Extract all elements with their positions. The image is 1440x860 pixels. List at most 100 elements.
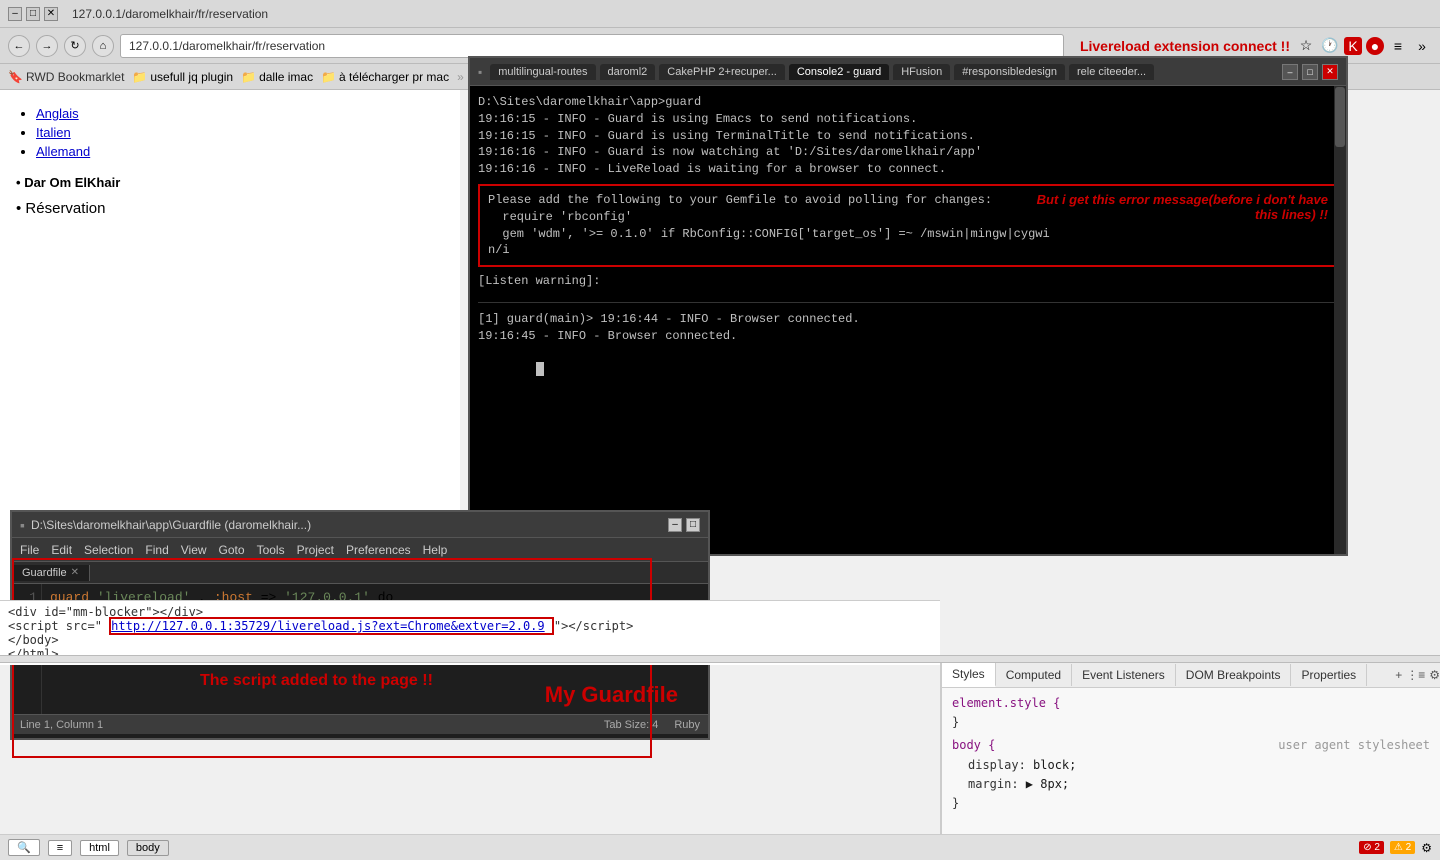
sidebar-nav: Anglais Italien Allemand <box>16 106 444 159</box>
html-script-line: <script src=" http://127.0.0.1:35729/liv… <box>8 619 932 633</box>
menu-project[interactable]: Project <box>297 543 334 557</box>
record-icon[interactable]: ● <box>1366 37 1384 55</box>
nav-item-italien[interactable]: Italien <box>36 125 444 140</box>
terminal-controls[interactable]: – □ ✕ <box>1282 64 1338 80</box>
minimize-btn[interactable]: – <box>8 7 22 21</box>
bookmark-dalle-label: dalle imac <box>259 70 313 84</box>
sublime-controls[interactable]: – □ <box>668 518 700 532</box>
address-bar[interactable]: 127.0.0.1/daromelkhair/fr/reservation <box>120 34 1064 58</box>
devtools-tab-dom-breakpoints[interactable]: DOM Breakpoints <box>1176 664 1292 686</box>
devtools-comment-user-agent: user agent stylesheet <box>1278 736 1430 755</box>
nav-item-allemand[interactable]: Allemand <box>36 144 444 159</box>
menu-find[interactable]: Find <box>145 543 168 557</box>
bookmark-jq[interactable]: 📁 usefull jq plugin <box>132 70 233 84</box>
sublime-menubar: File Edit Selection Find View Goto Tools… <box>12 538 708 562</box>
url-text: 127.0.0.1/daromelkhair/fr/reservation <box>129 39 325 53</box>
html-script-close: "></script> <box>554 619 633 633</box>
bookmark-telecharger[interactable]: 📁 à télécharger pr mac <box>321 70 449 84</box>
terminal-warning-line-3: n/i <box>488 242 1328 259</box>
statusbar-zoom-btn[interactable]: 🔍 <box>8 839 40 856</box>
home-button[interactable]: ⌂ <box>92 35 114 57</box>
extension-icon[interactable]: K <box>1344 37 1362 55</box>
terminal-close-btn[interactable]: ✕ <box>1322 64 1338 80</box>
window-controls[interactable]: – □ ✕ <box>8 7 58 21</box>
browser-title: 127.0.0.1/daromelkhair/fr/reservation <box>72 7 268 21</box>
terminal-window: ▪ multilingual-routes daroml2 CakePHP 2+… <box>468 56 1348 556</box>
devtools-gear-icon[interactable]: ⚙ <box>1429 668 1440 682</box>
menu-edit[interactable]: Edit <box>51 543 72 557</box>
clock-icon[interactable]: 🕐 <box>1320 36 1340 56</box>
terminal-tab-responsive[interactable]: #responsibledesign <box>954 64 1065 80</box>
menu-selection[interactable]: Selection <box>84 543 133 557</box>
statusbar-gear-icon[interactable]: ⚙ <box>1421 841 1432 855</box>
sublime-tab-guardfile-label: Guardfile <box>22 567 67 579</box>
terminal-scrollthumb[interactable] <box>1335 87 1345 147</box>
statusbar-body-btn[interactable]: body <box>127 840 169 856</box>
menu-file[interactable]: File <box>20 543 39 557</box>
statusbar-html-btn[interactable]: html <box>80 840 119 856</box>
bookmark-rwd[interactable]: 🔖 RWD Bookmarklet <box>8 70 124 84</box>
terminal-minimize-btn[interactable]: – <box>1282 64 1298 80</box>
devtools-prop-display-val: block; <box>1033 758 1076 772</box>
restore-btn[interactable]: □ <box>26 7 40 21</box>
devtools-tab-event-listeners[interactable]: Event Listeners <box>1072 664 1176 686</box>
nav-link-allemand[interactable]: Allemand <box>36 144 90 159</box>
devtools-panel: Styles Computed Event Listeners DOM Brea… <box>940 660 1440 860</box>
toolbar-icons: ☆ 🕐 K ● ≡ » <box>1296 36 1432 56</box>
nav-item-anglais[interactable]: Anglais <box>36 106 444 121</box>
section-title-text: Dar Om ElKhair <box>24 175 120 190</box>
nav-link-italien[interactable]: Italien <box>36 125 71 140</box>
statusbar-error-badge: ⊘ 2 <box>1359 841 1384 854</box>
terminal-tab-multilingual[interactable]: multilingual-routes <box>490 64 595 80</box>
sublime-tab-close[interactable]: ✕ <box>71 567 79 578</box>
terminal-listen-warning: [Listen warning]: <box>478 273 1338 290</box>
devtools-rule-body-close: } <box>952 794 1430 813</box>
devtools-tab-properties[interactable]: Properties <box>1291 664 1367 686</box>
menu-goto[interactable]: Goto <box>219 543 245 557</box>
reservation-label: Réservation <box>25 200 105 217</box>
terminal-tab-hfusion[interactable]: HFusion <box>893 64 950 80</box>
terminal-tab-daroml[interactable]: daroml2 <box>600 64 656 80</box>
sublime-maximize[interactable]: □ <box>686 518 700 532</box>
statusbar-toggle-btn[interactable]: ≡ <box>48 840 72 856</box>
terminal-scrollbar[interactable] <box>1334 86 1346 554</box>
bookmark-icon[interactable]: ☆ <box>1296 36 1316 56</box>
menu-view[interactable]: View <box>181 543 207 557</box>
close-btn[interactable]: ✕ <box>44 7 58 21</box>
devtools-tab-computed[interactable]: Computed <box>996 664 1072 686</box>
terminal-tab-cakephp[interactable]: CakePHP 2+recuper... <box>659 64 785 80</box>
folder-jq-icon: 📁 <box>132 70 147 84</box>
terminal-tab-rele[interactable]: rele citeeder... <box>1069 64 1154 80</box>
devtools-prop-margin-val: ▶ 8px; <box>1026 777 1069 791</box>
bookmarks-more[interactable]: » <box>457 70 464 84</box>
bookmark-rwd-label: RWD Bookmarklet <box>26 70 124 84</box>
devtools-tab-styles[interactable]: Styles <box>942 663 996 687</box>
forward-button[interactable]: → <box>36 35 58 57</box>
browser-titlebar: – □ ✕ 127.0.0.1/daromelkhair/fr/reservat… <box>0 0 1440 28</box>
menu-preferences[interactable]: Preferences <box>346 543 411 557</box>
reservation-bullet: • <box>16 200 25 217</box>
sublime-statusbar-right: Tab Size: 4 Ruby <box>604 719 700 731</box>
devtools-brace-close-2: } <box>952 796 959 810</box>
terminal-tab-console2[interactable]: Console2 - guard <box>789 64 889 80</box>
sublime-statusbar: Line 1, Column 1 Tab Size: 4 Ruby <box>12 714 708 734</box>
bookmark-dalle[interactable]: 📁 dalle imac <box>241 70 313 84</box>
sidebar-reservation[interactable]: • Réservation <box>16 200 444 217</box>
sublime-tab-guardfile[interactable]: Guardfile ✕ <box>12 565 90 581</box>
sublime-minimize[interactable]: – <box>668 518 682 532</box>
html-script-url[interactable]: http://127.0.0.1:35729/livereload.js?ext… <box>111 619 544 633</box>
menu-icon[interactable]: ≡ <box>1388 36 1408 56</box>
menu-help[interactable]: Help <box>423 543 448 557</box>
devtools-rule-element-style-close: } <box>952 713 1430 732</box>
devtools-resize-handle[interactable] <box>0 655 1440 663</box>
folder-telecharger-icon: 📁 <box>321 70 336 84</box>
devtools-format-icon[interactable]: ⋮≡ <box>1406 668 1425 682</box>
back-button[interactable]: ← <box>8 35 30 57</box>
terminal-titlebar: ▪ multilingual-routes daroml2 CakePHP 2+… <box>470 58 1346 86</box>
devtools-add-icon[interactable]: + <box>1395 668 1402 682</box>
reload-button[interactable]: ↻ <box>64 35 86 57</box>
nav-link-anglais[interactable]: Anglais <box>36 106 79 121</box>
menu-tools[interactable]: Tools <box>257 543 285 557</box>
expand-icon[interactable]: » <box>1412 36 1432 56</box>
terminal-restore-btn[interactable]: □ <box>1302 64 1318 80</box>
